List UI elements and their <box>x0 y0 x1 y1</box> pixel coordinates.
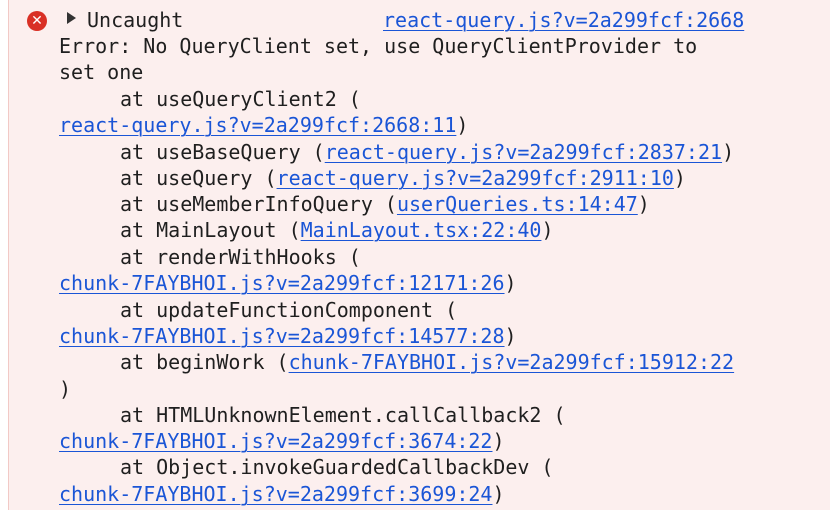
stack-frame-link[interactable]: MainLayout.tsx:22:40 <box>301 218 542 242</box>
stack-frame-prefix: at HTMLUnknownElement.callCallback2 ( <box>120 403 566 427</box>
stack-frame-link[interactable]: chunk-7FAYBHOI.js?v=2a299fcf:14577:28 <box>59 324 505 348</box>
stack-frame-link-line: chunk-7FAYBHOI.js?v=2a299fcf:12171:26) <box>59 270 517 296</box>
stack-frame: at useBaseQuery (react-query.js?v=2a299f… <box>120 139 734 165</box>
stack-frame-prefix: at useQuery ( <box>120 166 277 190</box>
stack-frame-suffix: ) <box>456 113 469 137</box>
stack-frame-prefix: at useMemberInfoQuery ( <box>120 192 397 216</box>
stack-frame-link[interactable]: userQueries.ts:14:47 <box>397 192 638 216</box>
stack-frame-suffix: ) <box>673 166 686 190</box>
stack-frame-prefix: at renderWithHooks ( <box>120 245 361 269</box>
stack-frame-suffix: ) <box>722 140 735 164</box>
stack-frame: at useMemberInfoQuery (userQueries.ts:14… <box>120 191 650 217</box>
stack-frame-link-line: chunk-7FAYBHOI.js?v=2a299fcf:3699:24) <box>59 481 505 507</box>
stack-frame-link[interactable]: chunk-7FAYBHOI.js?v=2a299fcf:3674:22 <box>59 429 492 453</box>
stack-frame-link[interactable]: chunk-7FAYBHOI.js?v=2a299fcf:3699:24 <box>59 482 492 506</box>
stack-frame-link[interactable]: react-query.js?v=2a299fcf:2837:21 <box>325 140 722 164</box>
stack-frame-suffix: ) <box>492 429 505 453</box>
stack-frame-link[interactable]: react-query.js?v=2a299fcf:2668:11 <box>59 113 456 137</box>
stack-frame-prefix: at updateFunctionComponent ( <box>120 298 458 322</box>
stack-frame-suffix: ) <box>541 218 554 242</box>
stack-frame-suffix: ) <box>504 324 517 348</box>
stack-frame: at useQuery (react-query.js?v=2a299fcf:2… <box>120 165 686 191</box>
stack-frame-link-line: react-query.js?v=2a299fcf:2668:11) <box>59 112 468 138</box>
stack-frame-suffix: ) <box>504 271 517 295</box>
stack-frame-prefix: at useBaseQuery ( <box>120 140 325 164</box>
stack-frame-link[interactable]: react-query.js?v=2a299fcf:2911:10 <box>277 166 674 190</box>
error-circle-x-icon: ✕ <box>27 11 47 31</box>
stack-frame-suffix: ) <box>492 482 505 506</box>
error-message-line-1: Error: No QueryClient set, use QueryClie… <box>59 34 698 58</box>
stack-frame-prefix: at MainLayout ( <box>120 218 301 242</box>
stack-frame-prefix: at useQueryClient2 ( <box>120 87 361 111</box>
stack-frame-suffix: ) <box>59 377 72 401</box>
stack-frame: at MainLayout (MainLayout.tsx:22:40) <box>120 217 554 243</box>
stack-frame-link[interactable]: chunk-7FAYBHOI.js?v=2a299fcf:12171:26 <box>59 271 505 295</box>
stack-frame-suffix: ) <box>637 192 650 216</box>
stack-frame: at beginWork (chunk-7FAYBHOI.js?v=2a299f… <box>120 349 734 375</box>
error-message-line-2: set one <box>59 60 144 84</box>
source-link[interactable]: react-query.js?v=2a299fcf:2668 <box>383 7 744 33</box>
uncaught-label: Uncaught <box>87 8 184 32</box>
console-error-message: ✕ Uncaught react-query.js?v=2a299fcf:266… <box>8 0 830 510</box>
stack-frame-link-line: chunk-7FAYBHOI.js?v=2a299fcf:3674:22) <box>59 428 505 454</box>
stack-frame-link-line: chunk-7FAYBHOI.js?v=2a299fcf:14577:28) <box>59 323 517 349</box>
stack-frame-prefix: at beginWork ( <box>120 350 289 374</box>
stack-frame-prefix: at Object.invokeGuardedCallbackDev ( <box>120 455 554 479</box>
stack-frame-link[interactable]: chunk-7FAYBHOI.js?v=2a299fcf:15912:22 <box>289 350 735 374</box>
disclosure-triangle-icon[interactable] <box>67 12 76 24</box>
